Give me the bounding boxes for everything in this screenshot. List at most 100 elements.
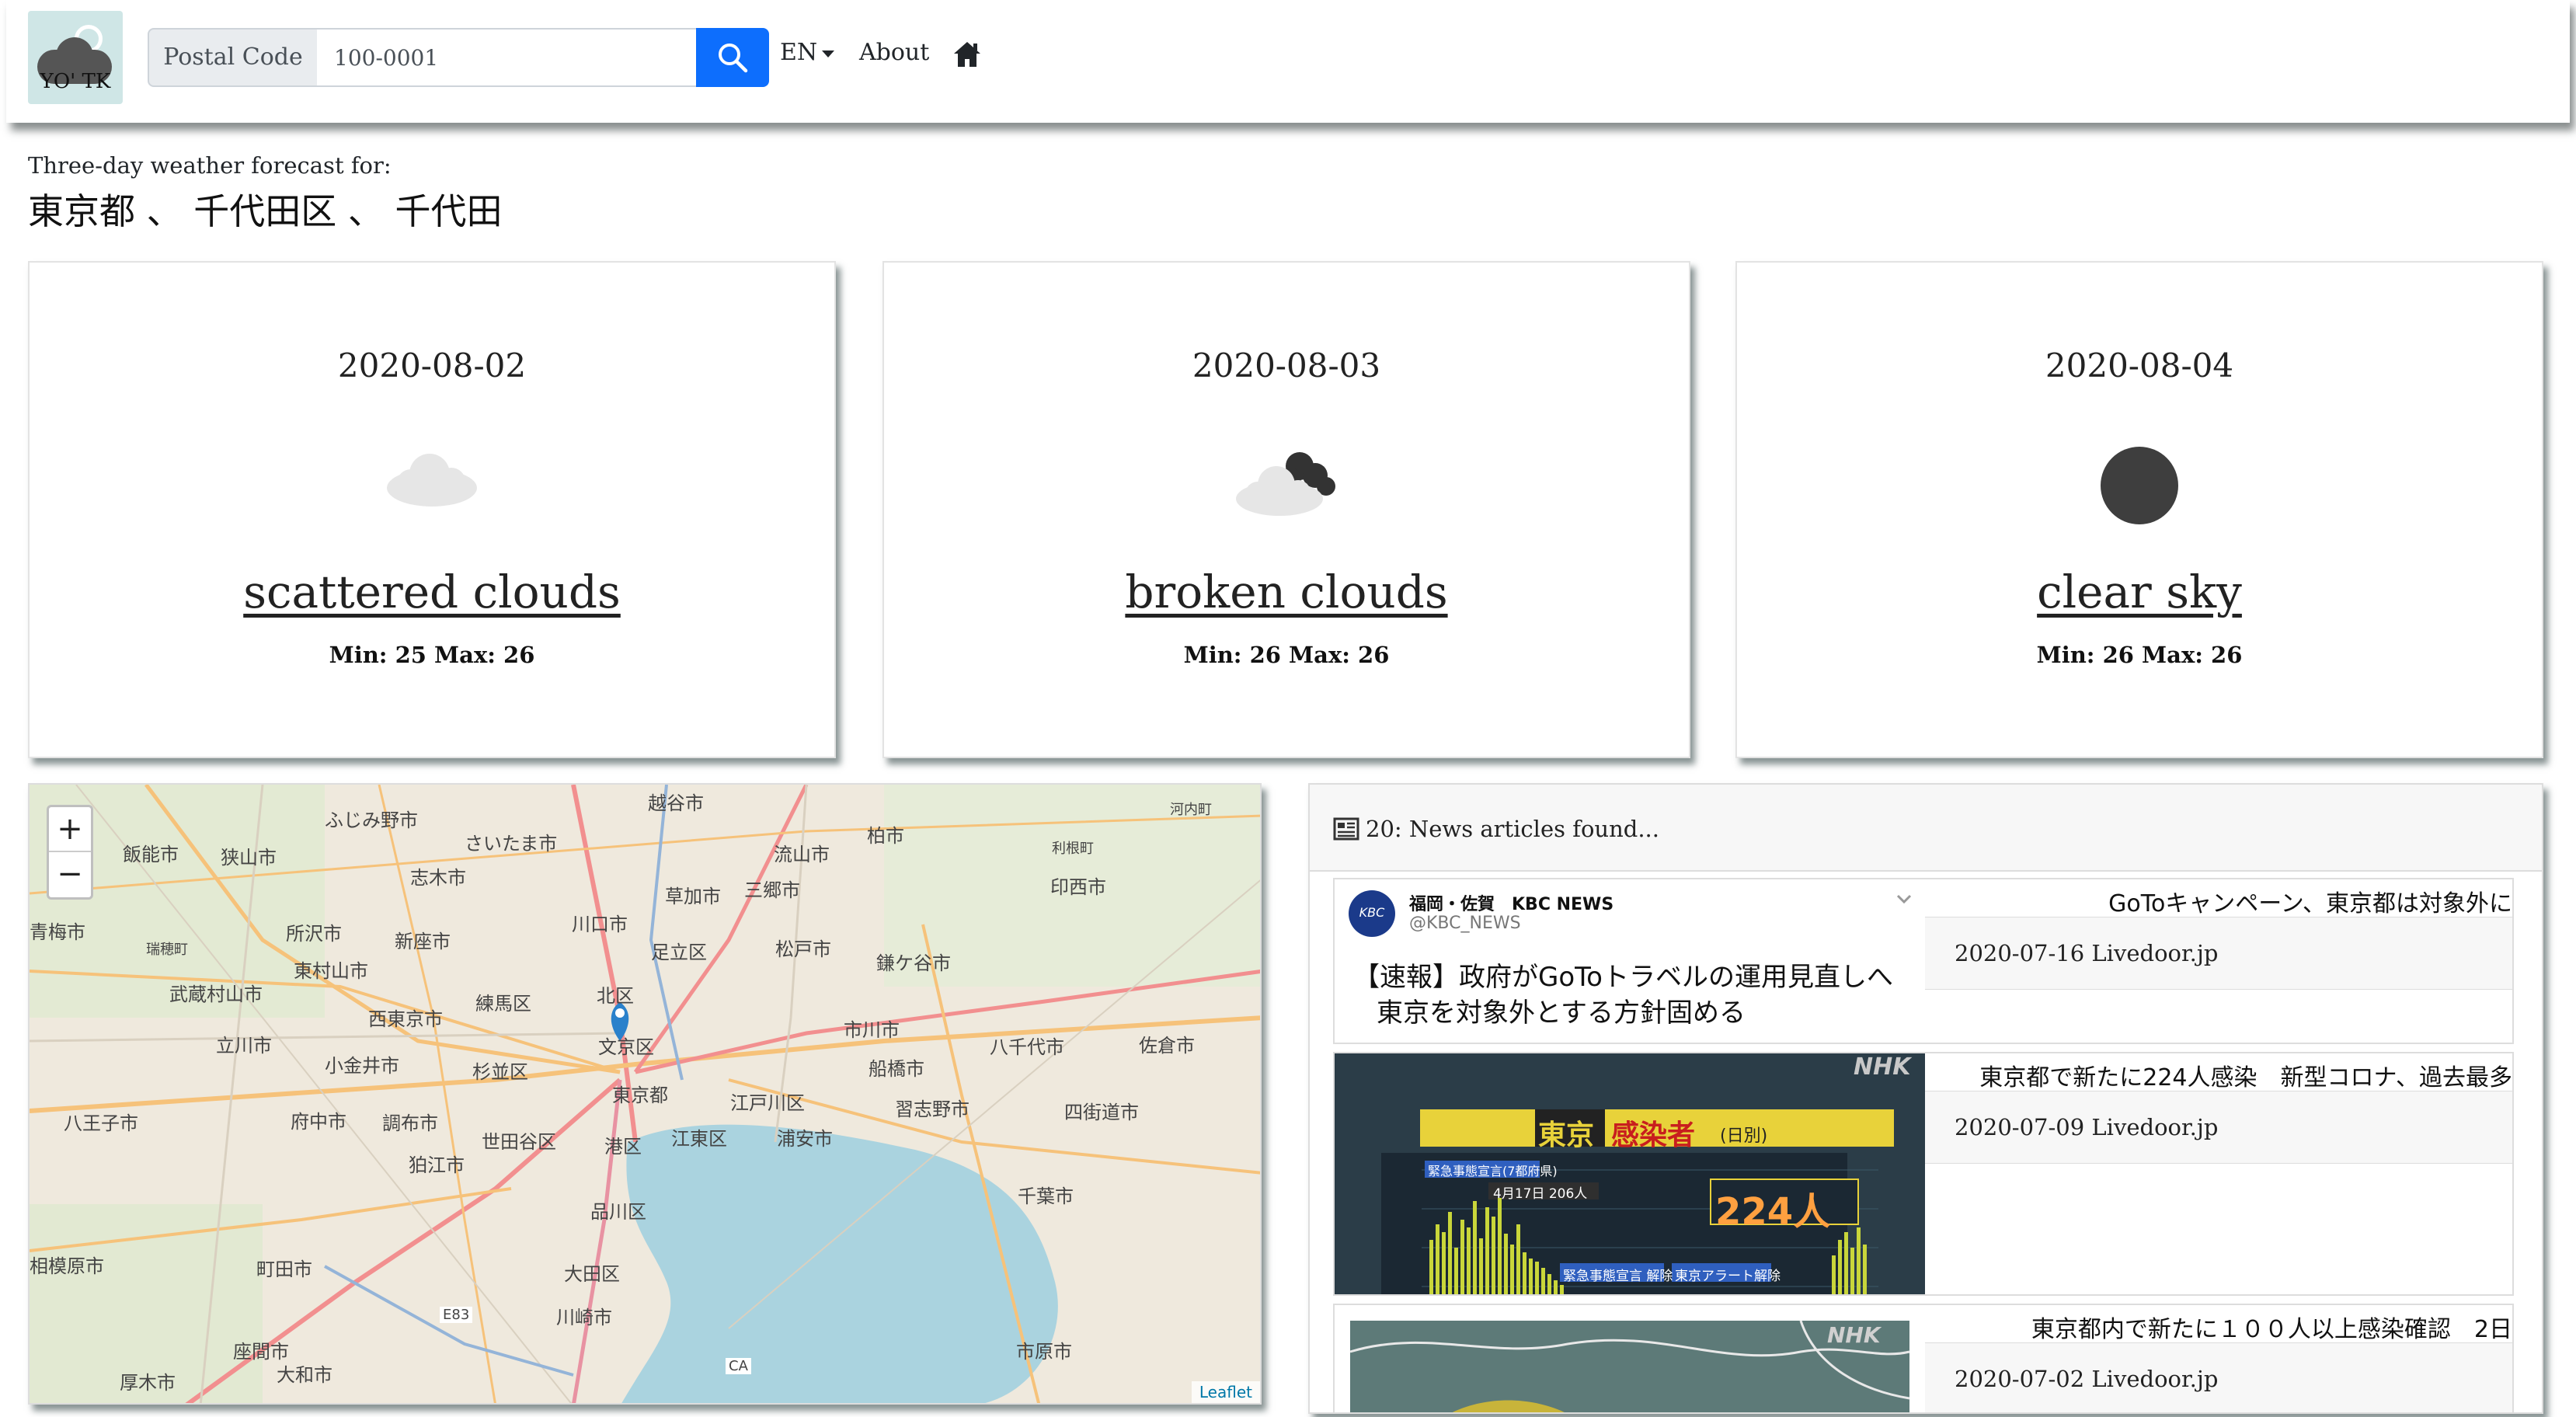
map-label: 松戸市 — [775, 938, 831, 960]
map-label: 越谷市 — [648, 792, 704, 814]
language-dropdown[interactable]: EN — [780, 39, 835, 66]
article-thumbnail[interactable]: NHK 東京 感染者 (日別) 224人 緊急事態宣言(7都府県) 4月17日 … — [1335, 1053, 1925, 1294]
forecast-description[interactable]: scattered clouds — [30, 566, 834, 618]
map-label: 習志野市 — [895, 1098, 969, 1120]
forecast-date: 2020-08-04 — [2045, 346, 2234, 385]
article-title[interactable]: 東京都で新たに224人感染 新型コロナ、過去最多 — [1922, 1058, 2512, 1092]
map-label: 志木市 — [410, 867, 466, 889]
search-icon — [719, 44, 748, 73]
article-title[interactable]: GoToキャンペーン、東京都は対象外に — [1922, 884, 2512, 918]
map-label: 文京区 — [598, 1036, 654, 1058]
forecast-description[interactable]: broken clouds — [884, 566, 1689, 618]
case-count: 224人 — [1715, 1190, 1831, 1234]
logo[interactable]: YO' TK — [28, 11, 123, 104]
map-label: 三郷市 — [744, 879, 800, 901]
map-label: 市原市 — [1016, 1341, 1072, 1363]
tv-logo: NHK — [1854, 1053, 1911, 1081]
postal-code-input[interactable] — [317, 28, 698, 87]
news-count: 20: News articles found... — [1366, 816, 1659, 842]
forecast-subtitle: Three-day weather forecast for: — [28, 152, 392, 179]
tweet-line: 東京を対象外とする方針固める — [1377, 997, 1746, 1029]
map-label: 所沢市 — [286, 923, 342, 945]
map-label: 立川市 — [216, 1035, 272, 1057]
map-label: 町田市 — [256, 1259, 312, 1280]
map-label: 柏市 — [867, 825, 904, 847]
about-link[interactable]: About — [859, 39, 929, 66]
news-article[interactable]: NHK 東京 感染者 (日別) 224人 緊急事態宣言(7都府県) 4月17日 … — [1333, 1052, 2514, 1296]
banner-unit: (日別) — [1720, 1126, 1768, 1146]
article-thumbnail[interactable]: KBC 福岡・佐賀 KBC NEWS @KBC_NEWS 【速報】政府がGoTo… — [1335, 879, 1925, 1043]
map-label: 江戸川区 — [730, 1092, 805, 1114]
kbc-logo-icon: KBC — [1349, 890, 1395, 937]
home-link[interactable] — [952, 40, 982, 71]
map-label: 足立区 — [651, 942, 707, 963]
map-label: 大田区 — [564, 1263, 620, 1285]
map-label: CA — [726, 1358, 751, 1374]
map-label: 狛江市 — [409, 1154, 465, 1176]
forecast-temperature: Min: 25 Max: 26 — [329, 642, 535, 668]
news-header: 20: News articles found... — [1310, 785, 2542, 872]
map[interactable]: + − 越谷市 ふじみ野市 さいたま市 柏市 河内町 飯能市 狭山市 志木市 流… — [28, 783, 1262, 1405]
article-meta: 2020-07-16 Livedoor.jp — [1925, 917, 2512, 990]
map-label: 相模原市 — [30, 1255, 104, 1277]
svg-text:KBC: KBC — [1359, 905, 1385, 920]
map-label: 浦安市 — [777, 1128, 833, 1150]
chart-tag: 東京アラート解除 — [1675, 1269, 1781, 1284]
forecast-date: 2020-08-03 — [1192, 346, 1381, 385]
search-button[interactable] — [696, 28, 769, 87]
zoom-in-button[interactable]: + — [49, 807, 91, 852]
map-label: さいたま市 — [465, 833, 558, 855]
map-label: 草加市 — [665, 886, 721, 907]
map-label: 流山市 — [774, 844, 830, 865]
tweet-source: 福岡・佐賀 KBC NEWS — [1409, 895, 1614, 914]
map-label: 府中市 — [291, 1111, 346, 1133]
banner-title: 感染者 — [1611, 1119, 1696, 1151]
navbar: YO' TK Postal Code EN About — [6, 0, 2570, 123]
map-label: 八千代市 — [990, 1036, 1064, 1058]
map-label: 狭山市 — [221, 847, 277, 869]
map-label: 新座市 — [395, 931, 451, 952]
map-label: 杉並区 — [472, 1061, 528, 1083]
leaflet-attribution[interactable]: Leaflet — [1191, 1381, 1260, 1403]
clear-sky-icon — [2097, 443, 2182, 531]
map-label: 鎌ケ谷市 — [876, 952, 951, 974]
forecast-date: 2020-08-02 — [337, 346, 527, 385]
map-label: 川口市 — [572, 914, 628, 935]
map-label: 市川市 — [844, 1019, 900, 1041]
forecast-card: 2020-08-02 scattered clouds Min: 25 Max:… — [28, 261, 836, 758]
postal-code-label: Postal Code — [148, 28, 319, 87]
article-thumbnail[interactable]: NHK — [1335, 1305, 1925, 1412]
map-label: 千葉市 — [1018, 1185, 1074, 1207]
tweet-line: 【速報】政府がGoToトラベルの運用見直しへ — [1353, 962, 1893, 993]
news-article[interactable]: KBC 福岡・佐賀 KBC NEWS @KBC_NEWS 【速報】政府がGoTo… — [1333, 878, 2514, 1044]
forecast-temperature: Min: 26 Max: 26 — [1183, 642, 1390, 668]
article-title[interactable]: 東京都内で新たに１００人以上感染確認 2日 — [1922, 1310, 2512, 1344]
map-label: 品川区 — [590, 1201, 646, 1223]
map-label: 東村山市 — [294, 960, 368, 982]
location-title: 東京都 、 千代田区 、 千代田 — [28, 190, 503, 232]
map-label: 船橋市 — [869, 1058, 924, 1080]
map-label: 江東区 — [671, 1128, 727, 1150]
map-label: ふじみ野市 — [325, 809, 418, 831]
broken-clouds-icon — [1228, 443, 1345, 524]
news-article[interactable]: NHK 東京都内で新たに１００人以上感染確認 2日 2020-07-02 Liv… — [1333, 1304, 2514, 1412]
map-label: 四街道市 — [1064, 1102, 1139, 1123]
map-thumbnail-image — [1349, 1320, 1910, 1412]
chart-tag: 緊急事態宣言(7都府県) — [1428, 1164, 1558, 1179]
logo-text: YO' TK — [40, 70, 111, 93]
tweet-handle: @KBC_NEWS — [1409, 914, 1521, 933]
map-label: 印西市 — [1050, 876, 1106, 898]
map-label: 佐倉市 — [1139, 1035, 1195, 1057]
map-label: 瑞穂町 — [146, 942, 188, 958]
map-label: 港区 — [604, 1136, 642, 1158]
news-panel: 20: News articles found... KBC 福岡・佐賀 KBC… — [1308, 783, 2543, 1414]
map-label: 川崎市 — [556, 1307, 612, 1328]
zoom-control: + − — [47, 805, 93, 900]
article-meta: 2020-07-09 Livedoor.jp — [1925, 1091, 2512, 1164]
map-label: 小金井市 — [325, 1055, 399, 1077]
forecast-description[interactable]: clear sky — [1737, 566, 2542, 618]
zoom-out-button[interactable]: − — [49, 852, 91, 897]
tv-logo: NHK — [1827, 1322, 1881, 1348]
map-label: 西東京市 — [368, 1008, 443, 1030]
map-label: 八王子市 — [64, 1112, 138, 1134]
